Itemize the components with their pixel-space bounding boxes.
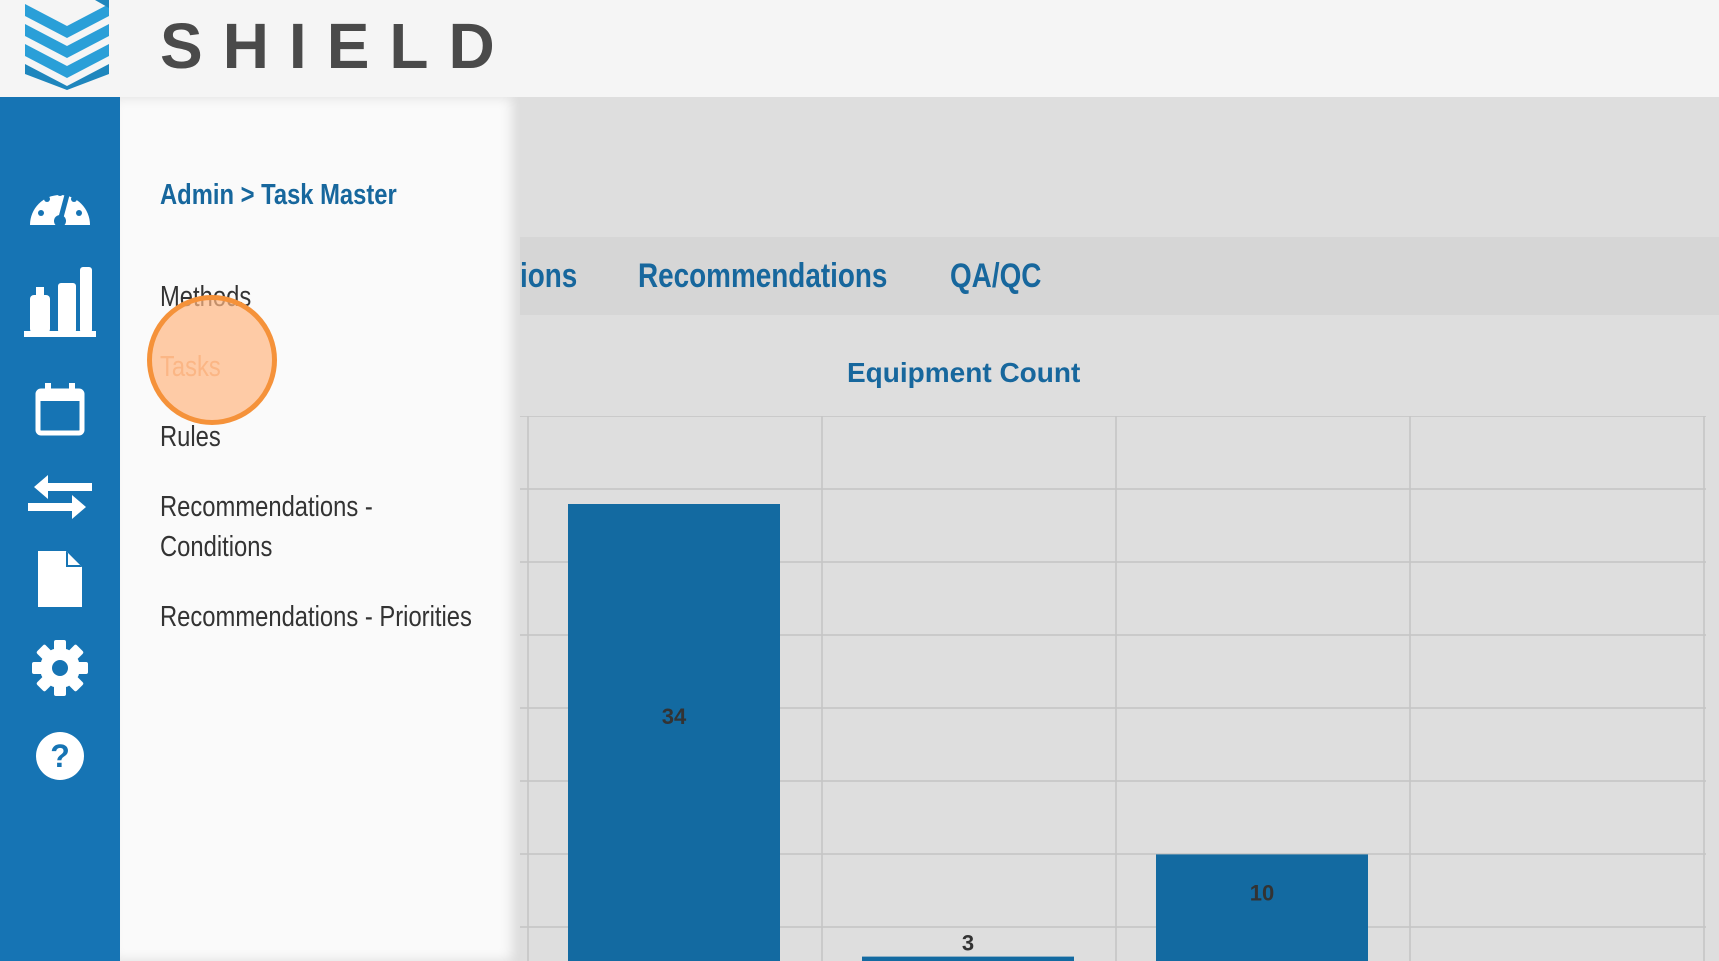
chart-data-label: 3 (962, 931, 974, 956)
tab-qaqc[interactable]: QA/QC (950, 237, 1041, 315)
menu-item-rules[interactable]: Rules (160, 417, 221, 457)
menu-item-methods[interactable]: Methods (160, 277, 251, 317)
tab-recommendations[interactable]: Recommendations (638, 237, 887, 315)
shield-logo-icon (25, 0, 109, 90)
brand-name: SHIELD (160, 10, 515, 82)
icon-sidebar: ? (0, 97, 120, 961)
help-icon[interactable]: ? (0, 731, 120, 781)
chart-bar (1156, 854, 1368, 961)
chart-bar (862, 956, 1074, 961)
chart-title: Equipment Count (847, 357, 1081, 388)
calendar-icon[interactable] (0, 383, 120, 437)
facility-tanks-icon[interactable] (0, 265, 120, 339)
breadcrumb: Admin > Task Master (160, 179, 397, 211)
admin-submenu: Admin > Task Master Methods Tasks Rules … (120, 97, 520, 961)
document-icon[interactable] (0, 551, 120, 607)
chart-data-label: 10 (1250, 880, 1274, 905)
gear-icon[interactable] (0, 639, 120, 697)
menu-item-recommendations-priorities[interactable]: Recommendations - Priorities (160, 597, 472, 637)
chart-data-label: 34 (662, 704, 687, 729)
equipment-count-chart: 343101 (520, 416, 1706, 961)
menu-item-recommendations-conditions[interactable]: Recommendations - (160, 487, 373, 527)
tab-inspections[interactable]: ions (520, 237, 577, 315)
svg-text:?: ? (50, 738, 70, 774)
dashboard-gauge-icon[interactable] (0, 179, 120, 229)
menu-item-tasks[interactable]: Tasks (160, 347, 221, 387)
chart-bar (568, 504, 780, 961)
compare-arrows-icon[interactable] (0, 471, 120, 523)
app-header: SHIELD (0, 0, 1719, 97)
menu-item-recommendations-conditions-line2[interactable]: Conditions (160, 527, 272, 567)
